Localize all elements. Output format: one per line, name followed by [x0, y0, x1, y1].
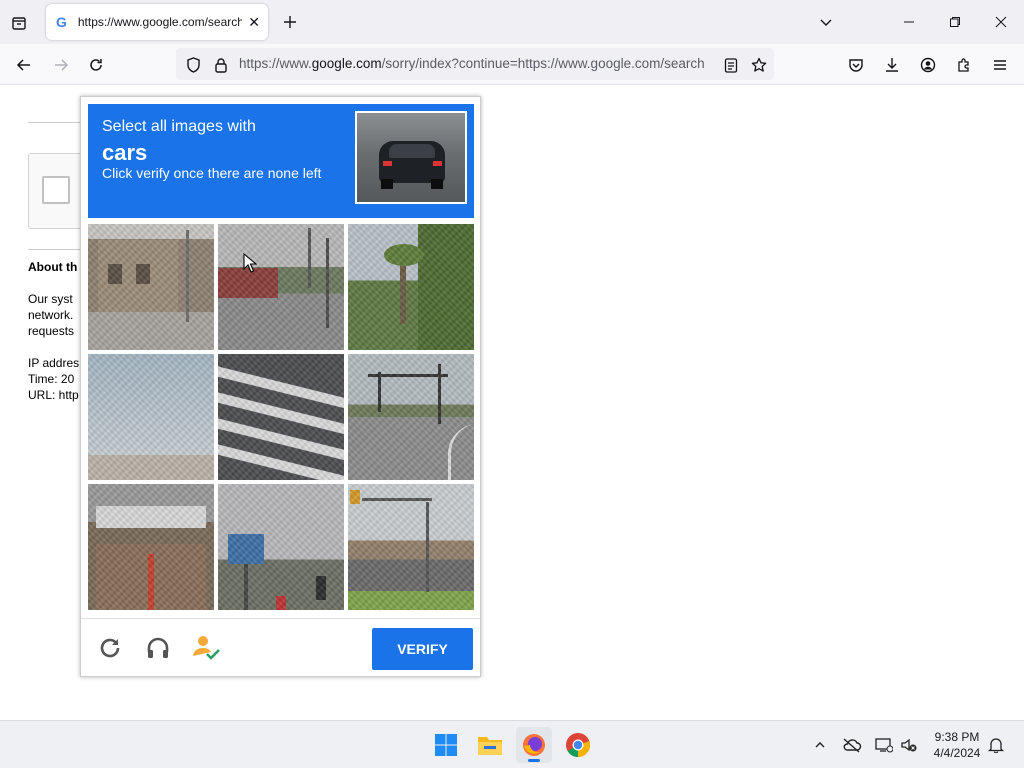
pocket-icon[interactable]: [845, 54, 867, 76]
taskbar: 9:38 PM 4/4/2024: [0, 720, 1024, 768]
url-domain: google.com: [311, 56, 382, 71]
lock-icon[interactable]: [212, 56, 230, 74]
notification-bell-icon[interactable]: [986, 735, 1006, 755]
url-text[interactable]: https://www.google.com/sorry/index?conti…: [239, 56, 711, 71]
ip-address-line: IP addres: [28, 356, 80, 370]
car-window: [389, 144, 435, 158]
file-explorer-icon[interactable]: [472, 727, 508, 763]
shield-icon[interactable]: [184, 56, 202, 74]
new-tab-icon[interactable]: [280, 12, 300, 32]
time-line: Time: 20: [28, 372, 75, 386]
info-person-check-icon[interactable]: [191, 633, 221, 663]
sample-image: [355, 111, 467, 204]
active-app-indicator: [528, 759, 540, 762]
wheel: [381, 179, 393, 189]
chrome-icon[interactable]: [560, 727, 596, 763]
divider: [28, 249, 88, 250]
image-tile[interactable]: [348, 484, 474, 610]
reload-icon[interactable]: [85, 54, 107, 76]
image-tile[interactable]: [88, 224, 214, 350]
wheel: [431, 179, 443, 189]
download-icon[interactable]: [881, 54, 903, 76]
challenge-header: Select all images with cars Click verify…: [88, 104, 474, 218]
verify-button[interactable]: VERIFY: [372, 628, 473, 670]
tail-light: [383, 161, 392, 166]
reader-view-icon[interactable]: [722, 56, 740, 74]
back-icon[interactable]: [13, 54, 35, 76]
recaptcha-widget[interactable]: [28, 153, 88, 229]
challenge-instruction: Select all images with: [102, 118, 256, 135]
close-icon[interactable]: [990, 12, 1012, 32]
image-grid: [88, 224, 474, 610]
account-icon[interactable]: [917, 54, 939, 76]
image-tile[interactable]: [88, 354, 214, 480]
clock-time: 9:38 PM: [934, 730, 980, 744]
onedrive-offline-icon[interactable]: [842, 735, 862, 755]
image-tile[interactable]: [218, 354, 344, 480]
image-tile[interactable]: [88, 484, 214, 610]
windows-start-icon[interactable]: [428, 727, 464, 763]
about-heading: About th: [28, 260, 78, 274]
challenge-footer: VERIFY: [81, 618, 480, 677]
tab-close-icon[interactable]: ✕: [248, 14, 260, 31]
body-line: network.: [28, 308, 74, 322]
tab-title: https://www.google.com/search: [77, 15, 243, 29]
url-line: URL: http: [28, 388, 79, 402]
tab-overview-icon[interactable]: [8, 12, 30, 34]
image-tile[interactable]: [218, 484, 344, 610]
minimize-icon[interactable]: [898, 12, 920, 32]
body-line: Our syst: [28, 292, 73, 306]
body-line: requests: [28, 324, 75, 338]
mouse-cursor-icon: [243, 252, 258, 278]
reload-icon[interactable]: [95, 633, 125, 663]
audio-headphones-icon[interactable]: [143, 633, 173, 663]
image-tile[interactable]: [348, 354, 474, 480]
url-path: /sorry/index?continue=https://www.google…: [381, 56, 705, 71]
recaptcha-checkbox[interactable]: [42, 176, 70, 204]
chevron-up-icon[interactable]: [810, 735, 830, 755]
browser-tab[interactable]: G https://www.google.com/search ✕: [46, 4, 268, 40]
forward-icon[interactable]: [50, 54, 72, 76]
volume-muted-icon[interactable]: [899, 735, 919, 755]
tab-bar: G https://www.google.com/search ✕: [0, 0, 1024, 44]
tab-list-icon[interactable]: [816, 12, 836, 32]
tail-light: [433, 161, 442, 166]
clock-date: 4/4/2024: [933, 746, 981, 760]
bookmark-star-icon[interactable]: [750, 56, 768, 74]
url-bar[interactable]: https://www.google.com/sorry/index?conti…: [176, 48, 774, 80]
navigation-bar: https://www.google.com/sorry/index?conti…: [0, 44, 1024, 85]
restore-icon[interactable]: [944, 12, 966, 32]
menu-icon[interactable]: [989, 54, 1011, 76]
network-icon[interactable]: [874, 735, 894, 755]
divider: [28, 122, 88, 123]
challenge-target: cars: [102, 140, 148, 165]
recaptcha-challenge: Select all images with cars Click verify…: [80, 96, 481, 677]
extensions-icon[interactable]: [953, 54, 975, 76]
url-prefix: https://www.: [239, 56, 312, 71]
image-tile[interactable]: [218, 224, 344, 350]
image-tile[interactable]: [348, 224, 474, 350]
firefox-icon[interactable]: [516, 727, 552, 763]
challenge-subinstruction: Click verify once there are none left: [102, 165, 322, 181]
system-clock[interactable]: 9:38 PM 4/4/2024: [926, 729, 988, 761]
google-favicon-icon: G: [56, 14, 67, 30]
